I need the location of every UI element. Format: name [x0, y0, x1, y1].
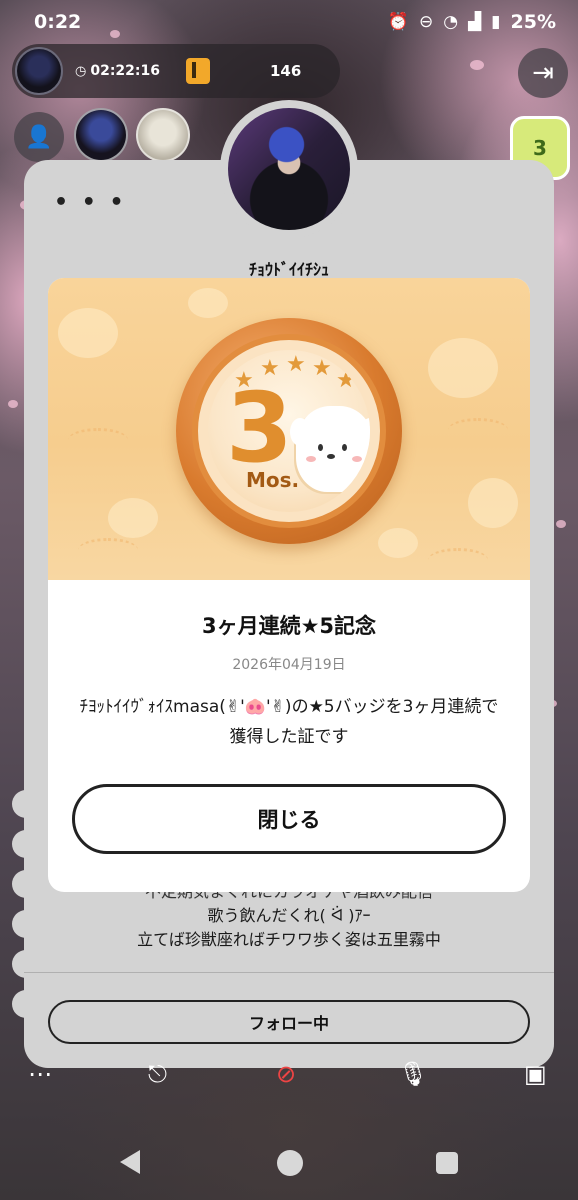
bottom-toolbar: ⋯ ⎋ ⊘ 🎙 ▣ — [0, 1056, 578, 1096]
bookmark-icon[interactable] — [186, 58, 210, 84]
bio-line: 立てば珍獣座ればチワワ歩く姿は五里霧中 — [137, 930, 441, 949]
recents-icon[interactable] — [436, 1152, 458, 1174]
bio-line: 歌う飲んだくれ( ᐛ )ｱｰ — [207, 906, 371, 925]
image-icon[interactable]: ▣ — [524, 1060, 547, 1088]
badge-description: ﾁﾖｯﾄｲｲｳﾞｫｲｽmasa(✌︎'🐽'✌︎)の★5バッジを3ヶ月連続で獲得し… — [79, 697, 499, 747]
more-menu-button[interactable]: • • • — [54, 190, 127, 215]
badge-dialog: ★ ★ ★ ★ ★ 3 Mos. 3ヶ月連続★5記念 2026年04月19日 ﾁ… — [48, 278, 530, 892]
battery-level: 25% — [510, 11, 556, 33]
mic-icon[interactable]: 🎙 — [398, 1060, 428, 1088]
navigation-bar — [0, 1130, 578, 1200]
back-icon[interactable] — [120, 1150, 140, 1174]
exit-icon: ⇥ — [532, 58, 554, 88]
badge-title: 3ヶ月連続★5記念 — [201, 614, 377, 638]
follow-button[interactable]: フォロー中 — [48, 1000, 530, 1044]
star-icon: ★ — [336, 368, 356, 393]
exit-button[interactable]: ⇥ — [518, 48, 568, 98]
signal-icon: ▟ — [468, 12, 482, 32]
badge-date: 2026年04月19日 — [232, 657, 346, 673]
listener-list-button[interactable]: 👤 — [14, 112, 64, 162]
share-icon[interactable]: ⎋ — [148, 1060, 167, 1088]
wifi-icon: ◔ — [443, 12, 459, 32]
status-bar: 0:22 ⏰ ⊖ ◔ ▟ ▮ 25% — [0, 0, 578, 44]
battery-icon: ▮ — [491, 12, 501, 32]
close-button[interactable]: 閉じる — [72, 784, 506, 854]
badge-illustration: ★ ★ ★ ★ ★ 3 Mos. — [48, 278, 530, 580]
medal-number: 3 — [226, 372, 293, 484]
guest-avatar[interactable] — [74, 108, 128, 162]
guest-avatar[interactable] — [136, 108, 190, 162]
medal-unit: Mos. — [246, 468, 300, 492]
stream-timer: ◷ 02:22:16 — [75, 63, 160, 79]
viewer-count[interactable]: 146 — [270, 62, 301, 80]
user-icon: 👤 — [25, 124, 53, 150]
alarm-icon: ⏰ — [387, 12, 409, 32]
sticker-label: 3 — [533, 136, 547, 160]
star-icon: ★ — [312, 356, 332, 381]
host-avatar[interactable] — [15, 47, 63, 95]
more-icon[interactable]: ⋯ — [28, 1060, 52, 1088]
stream-info-bar[interactable]: ◷ 02:22:16 146 — [12, 44, 340, 98]
home-icon[interactable] — [277, 1150, 303, 1176]
status-time: 0:22 — [34, 11, 82, 33]
dnd-icon: ⊖ — [418, 12, 434, 32]
divider — [24, 972, 554, 973]
avatar-image — [228, 108, 350, 230]
profile-name: ﾁｮｳﾄﾞｲｲﾁｼｭ — [248, 260, 329, 279]
mic-off-icon[interactable]: ⊘ — [276, 1060, 296, 1088]
dog-character-icon — [290, 406, 370, 492]
elapsed-time: 02:22:16 — [90, 63, 160, 79]
clock-icon: ◷ — [75, 63, 87, 79]
medal: ★ ★ ★ ★ ★ 3 Mos. — [176, 318, 402, 544]
profile-avatar[interactable] — [220, 100, 358, 238]
